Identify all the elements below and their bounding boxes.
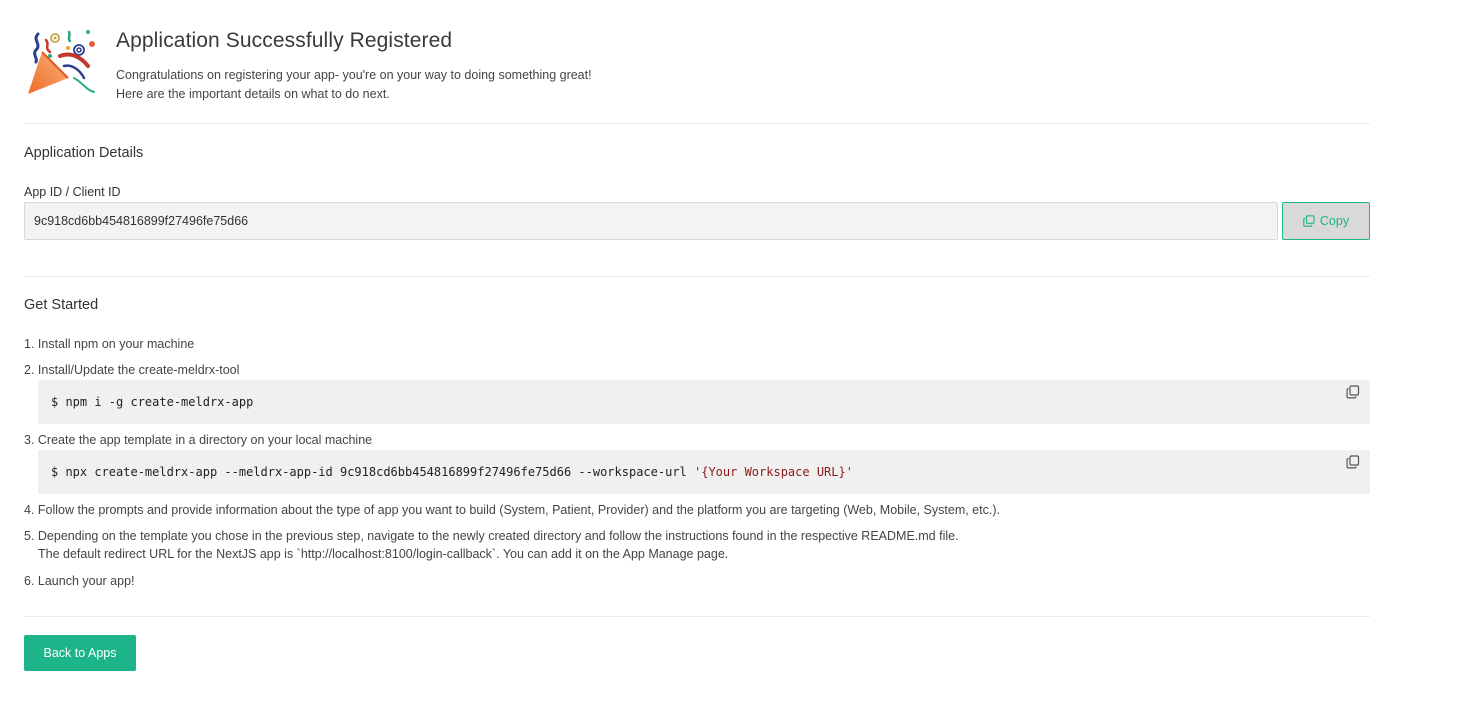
success-header: Application Successfully Registered Cong… — [24, 0, 1370, 124]
step-5-line-2: The default redirect URL for the NextJS … — [38, 547, 729, 561]
copy-icon — [1303, 215, 1315, 227]
registration-success-page: Application Successfully Registered Cong… — [24, 0, 1370, 671]
code-block-install: $ npm i -g create-meldrx-app — [38, 380, 1370, 424]
application-details-heading: Application Details — [24, 145, 144, 161]
code-create-command: $ npx create-meldrx-app --meldrx-app-id … — [51, 465, 694, 479]
code-install-command: $ npm i -g create-meldrx-app — [51, 395, 254, 409]
step-5: 5. Depending on the template you chose i… — [24, 527, 959, 563]
back-to-apps-button[interactable]: Back to Apps — [24, 635, 136, 671]
step-3: 3. Create the app template in a director… — [24, 433, 373, 447]
step-1: 1. Install npm on your machine — [24, 337, 195, 351]
footer-divider — [24, 616, 1370, 617]
page-subtitle: Congratulations on registering your app-… — [116, 66, 592, 104]
code-workspace-placeholder: '{Your Workspace URL}' — [694, 465, 853, 479]
step-2: 2. Install/Update the create-meldrx-tool — [24, 363, 240, 377]
section-divider — [24, 276, 1370, 277]
party-popper-icon — [28, 30, 95, 94]
subtitle-line-1: Congratulations on registering your app-… — [116, 68, 592, 82]
app-id-label: App ID / Client ID — [24, 185, 121, 199]
step-6: 6. Launch your app! — [24, 574, 135, 588]
page-title: Application Successfully Registered — [116, 29, 453, 52]
subtitle-line-2: Here are the important details on what t… — [116, 87, 390, 101]
copy-button-label: Copy — [1319, 214, 1350, 228]
get-started-heading: Get Started — [24, 297, 99, 313]
step-5-line-1: 5. Depending on the template you chose i… — [24, 529, 959, 543]
code-block-create: $ npx create-meldrx-app --meldrx-app-id … — [38, 450, 1370, 494]
copy-app-id-button[interactable]: Copy — [1282, 202, 1370, 240]
copy-icon[interactable] — [1346, 385, 1360, 399]
app-id-field[interactable]: 9c918cd6bb454816899f27496fe75d66 — [24, 202, 1278, 240]
step-4: 4. Follow the prompts and provide inform… — [24, 503, 1000, 517]
copy-icon[interactable] — [1346, 455, 1360, 469]
